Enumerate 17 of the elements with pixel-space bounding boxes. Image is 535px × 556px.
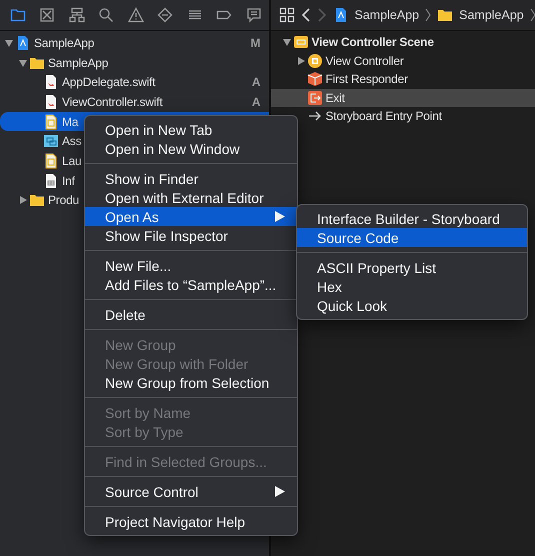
status-letter: A	[252, 75, 260, 90]
file-name: Inf	[62, 174, 75, 188]
outline-label: Storyboard Entry Point	[326, 109, 442, 124]
file-name: SampleApp	[34, 36, 94, 50]
file-name: Ma	[62, 114, 78, 129]
outline-label: View Controller Scene	[312, 35, 434, 50]
outline-label: View Controller	[326, 54, 404, 68]
file-name: Ass	[62, 134, 82, 148]
file-name: AppDelegate.swift	[62, 75, 156, 90]
status-letter: A	[252, 94, 260, 109]
status-letter: M	[250, 36, 260, 50]
outline-label: First Responder	[326, 72, 408, 86]
file-name: Produ	[48, 193, 80, 208]
file-name: SampleApp	[48, 56, 108, 70]
file-name: Lau	[62, 154, 82, 168]
outline-label: Exit	[326, 90, 345, 105]
file-name: ViewController.swift	[62, 94, 162, 109]
